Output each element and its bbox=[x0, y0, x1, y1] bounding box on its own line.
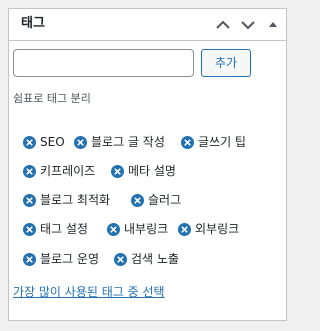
chevron-down-icon[interactable] bbox=[238, 15, 258, 35]
remove-circle-icon[interactable] bbox=[23, 193, 36, 207]
remove-circle-icon[interactable] bbox=[23, 252, 36, 266]
tag-item: 외부링크 bbox=[178, 221, 239, 237]
tag-label: SEO bbox=[40, 135, 65, 149]
tag-label: 외부링크 bbox=[195, 222, 240, 236]
remove-circle-icon[interactable] bbox=[107, 222, 120, 236]
tag-label: 태그 설정 bbox=[40, 222, 88, 236]
tag-item: 블로그 최적화 bbox=[23, 192, 110, 208]
tag-input[interactable] bbox=[13, 49, 194, 77]
tag-label: 키프레이즈 bbox=[40, 164, 96, 178]
remove-circle-icon[interactable] bbox=[23, 222, 36, 236]
tag-item: 태그 설정 bbox=[23, 221, 88, 237]
tag-label: 내부링크 bbox=[124, 222, 169, 236]
chevron-up-icon[interactable] bbox=[213, 15, 233, 35]
tag-item: 블로그 글 작성 bbox=[74, 134, 165, 150]
add-tag-button[interactable]: 추가 bbox=[201, 49, 251, 77]
tag-item: 내부링크 bbox=[107, 221, 168, 237]
tag-item: 검색 노출 bbox=[114, 251, 179, 267]
tag-label: 블로그 운영 bbox=[40, 252, 100, 266]
tag-label: 글쓰기 팁 bbox=[198, 135, 246, 149]
tag-item: SEO bbox=[23, 134, 65, 150]
panel-title: 태그 bbox=[21, 16, 45, 31]
remove-circle-icon[interactable] bbox=[23, 164, 36, 178]
tag-label: 블로그 글 작성 bbox=[91, 135, 165, 149]
remove-circle-icon[interactable] bbox=[178, 222, 191, 236]
remove-circle-icon[interactable] bbox=[114, 252, 127, 266]
tag-item: 글쓰기 팁 bbox=[181, 134, 246, 150]
tag-label: 검색 노출 bbox=[131, 252, 179, 266]
remove-circle-icon[interactable] bbox=[23, 135, 36, 149]
tag-separator-hint: 쉼표로 태그 분리 bbox=[13, 92, 91, 105]
remove-circle-icon[interactable] bbox=[181, 135, 194, 149]
tag-item: 키프레이즈 bbox=[23, 163, 95, 179]
tag-item: 슬러그 bbox=[131, 192, 181, 208]
remove-circle-icon[interactable] bbox=[74, 135, 87, 149]
tag-item: 블로그 운영 bbox=[23, 251, 99, 267]
remove-circle-icon[interactable] bbox=[111, 164, 124, 178]
tag-label: 블로그 최적화 bbox=[40, 193, 111, 207]
tag-label: 슬러그 bbox=[148, 193, 182, 207]
remove-circle-icon[interactable] bbox=[131, 193, 144, 207]
panel-header: 태그 bbox=[9, 9, 286, 41]
tag-label: 메타 설명 bbox=[128, 164, 176, 178]
most-used-tags-link[interactable]: 가장 많이 사용된 태그 중 선택 bbox=[13, 284, 165, 300]
triangle-up-icon[interactable] bbox=[263, 15, 283, 35]
tag-item: 메타 설명 bbox=[111, 163, 176, 179]
